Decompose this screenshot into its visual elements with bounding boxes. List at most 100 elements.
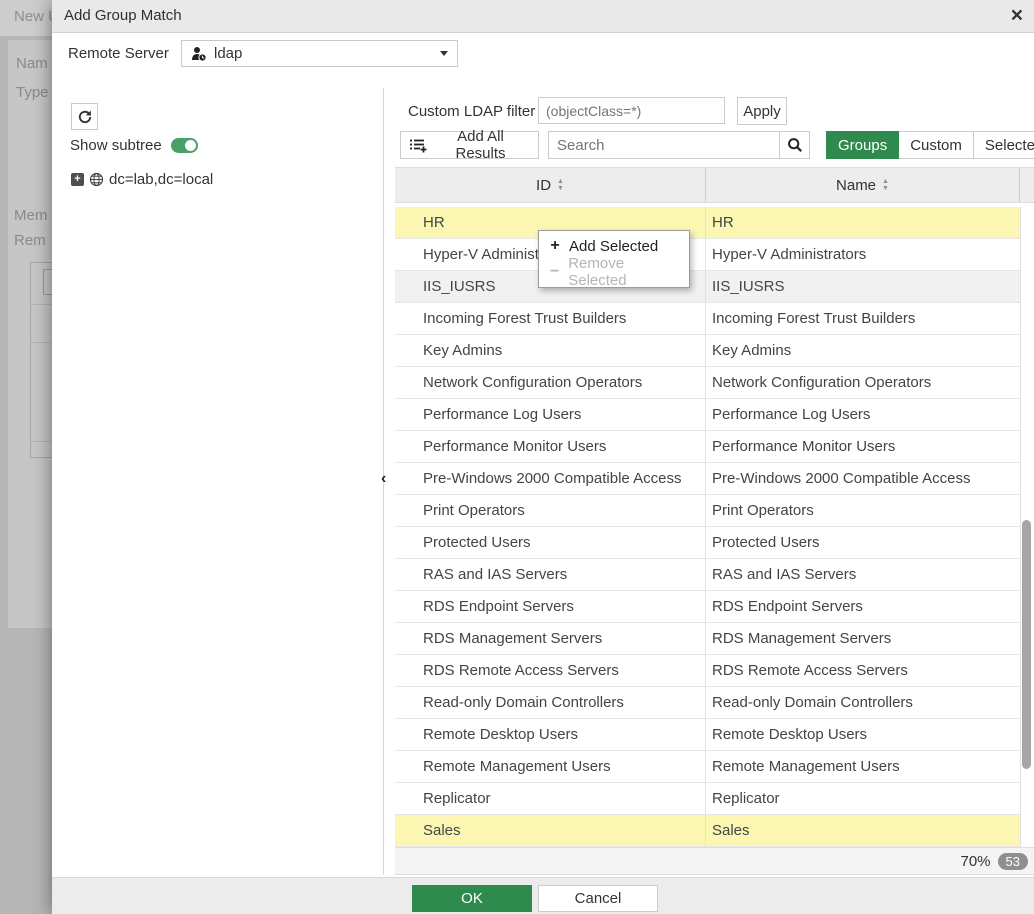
cancel-button[interactable]: Cancel xyxy=(538,885,658,912)
cell-id: Print Operators xyxy=(395,495,706,526)
cell-id: Remote Management Users xyxy=(395,751,706,782)
cell-id: Protected Users xyxy=(395,527,706,558)
cell-id: Incoming Forest Trust Builders xyxy=(395,303,706,334)
cell-id: RDS Endpoint Servers xyxy=(395,591,706,622)
search-input[interactable] xyxy=(548,131,779,159)
remote-server-select[interactable]: ldap xyxy=(181,40,458,67)
list-plus-icon xyxy=(409,137,427,153)
cell-id: Performance Monitor Users xyxy=(395,431,706,462)
cell-name: RDS Management Servers xyxy=(706,623,1020,654)
tree-node-label: dc=lab,dc=local xyxy=(109,171,213,188)
table-row[interactable]: RDS Remote Access ServersRDS Remote Acce… xyxy=(395,655,1020,687)
search-button[interactable] xyxy=(779,131,810,159)
table-row[interactable]: Read-only Domain ControllersRead-only Do… xyxy=(395,687,1020,719)
table-row[interactable]: Pre-Windows 2000 Compatible AccessPre-Wi… xyxy=(395,463,1020,495)
table-row[interactable]: RDS Endpoint ServersRDS Endpoint Servers xyxy=(395,591,1020,623)
column-header-id[interactable]: ID ▲▼ xyxy=(395,168,706,202)
remote-server-value: ldap xyxy=(214,45,242,62)
cell-name: IIS_IUSRS xyxy=(706,271,1020,302)
table-row[interactable]: Protected UsersProtected Users xyxy=(395,527,1020,559)
background-label-type: Type xyxy=(16,84,49,101)
dialog-footer: OK Cancel xyxy=(52,877,1034,914)
show-subtree-toggle[interactable] xyxy=(171,138,198,153)
table-row[interactable]: Key AdminsKey Admins xyxy=(395,335,1020,367)
cell-id: Pre-Windows 2000 Compatible Access xyxy=(395,463,706,494)
cell-id: Performance Log Users xyxy=(395,399,706,430)
collapse-panel-chevron[interactable]: ‹ xyxy=(381,470,386,488)
table-row[interactable]: ReplicatorReplicator xyxy=(395,783,1020,815)
refresh-button[interactable] xyxy=(71,103,98,130)
search-group xyxy=(548,131,810,159)
table-row[interactable]: Performance Monitor UsersPerformance Mon… xyxy=(395,431,1020,463)
column-header-id-label: ID xyxy=(536,177,551,194)
scrollbar-thumb[interactable] xyxy=(1022,520,1031,769)
cell-name: Sales xyxy=(706,815,1020,846)
close-icon[interactable]: × xyxy=(1011,0,1023,31)
tab-selected[interactable]: Selected xyxy=(974,131,1034,159)
context-menu-item-label: Remove Selected xyxy=(568,255,679,289)
cell-id: Read-only Domain Controllers xyxy=(395,687,706,718)
ldap-user-icon xyxy=(191,46,207,62)
plus-icon: + xyxy=(549,237,561,255)
ok-button[interactable]: OK xyxy=(412,885,532,912)
background-label-members: Mem xyxy=(14,207,47,224)
cell-name: Remote Desktop Users xyxy=(706,719,1020,750)
ldap-filter-input[interactable] xyxy=(538,97,725,124)
cell-name: Print Operators xyxy=(706,495,1020,526)
ldap-filter-label: Custom LDAP filter xyxy=(408,103,535,120)
tab-custom[interactable]: Custom xyxy=(899,131,974,159)
table-row[interactable]: IIS_IUSRSIIS_IUSRS xyxy=(395,271,1020,303)
table-body: HRHRHyper-V AdministratorsHyper-V Admini… xyxy=(395,207,1021,847)
table-footer: 70% 53 xyxy=(395,847,1034,875)
cell-id: Network Configuration Operators xyxy=(395,367,706,398)
show-subtree-label: Show subtree xyxy=(70,137,162,154)
background-label-name: Nam xyxy=(16,55,48,72)
cell-name: Remote Management Users xyxy=(706,751,1020,782)
table-row[interactable]: RAS and IAS ServersRAS and IAS Servers xyxy=(395,559,1020,591)
cell-name: Hyper-V Administrators xyxy=(706,239,1020,270)
table-row[interactable]: Remote Management UsersRemote Management… xyxy=(395,751,1020,783)
cell-id: RDS Remote Access Servers xyxy=(395,655,706,686)
column-header-name[interactable]: Name ▲▼ xyxy=(706,168,1020,202)
table-row[interactable]: Network Configuration OperatorsNetwork C… xyxy=(395,367,1020,399)
search-icon xyxy=(787,137,803,153)
cell-name: HR xyxy=(706,207,1020,238)
cell-id: Key Admins xyxy=(395,335,706,366)
dialog-titlebar: Add Group Match × xyxy=(52,0,1034,33)
table-row[interactable]: Performance Log UsersPerformance Log Use… xyxy=(395,399,1020,431)
apply-button[interactable]: Apply xyxy=(737,97,787,125)
row-count-badge: 53 xyxy=(998,853,1028,870)
cell-name: Protected Users xyxy=(706,527,1020,558)
add-all-results-button[interactable]: Add All Results xyxy=(400,131,539,159)
globe-icon xyxy=(89,172,104,187)
cell-name: RDS Endpoint Servers xyxy=(706,591,1020,622)
cell-id: Remote Desktop Users xyxy=(395,719,706,750)
dialog-title: Add Group Match xyxy=(64,0,182,32)
add-all-results-label: Add All Results xyxy=(431,128,530,162)
progress-percent: 70% xyxy=(961,853,991,870)
add-group-match-dialog: Add Group Match × Remote Server ldap Sho… xyxy=(52,0,1034,914)
expand-icon[interactable]: + xyxy=(71,173,84,186)
table-row[interactable]: Remote Desktop UsersRemote Desktop Users xyxy=(395,719,1020,751)
context-menu-item-label: Add Selected xyxy=(569,238,658,255)
table-header: ID ▲▼ Name ▲▼ xyxy=(395,167,1034,203)
cell-name: Incoming Forest Trust Builders xyxy=(706,303,1020,334)
table-row[interactable]: Hyper-V AdministratorsHyper-V Administra… xyxy=(395,239,1020,271)
column-header-gutter xyxy=(1020,168,1034,202)
results-tabs: Groups Custom Selected xyxy=(826,131,1034,159)
minus-icon: − xyxy=(549,263,560,281)
table-row[interactable]: RDS Management ServersRDS Management Ser… xyxy=(395,623,1020,655)
column-header-name-label: Name xyxy=(836,177,876,194)
cell-name: Network Configuration Operators xyxy=(706,367,1020,398)
table-row[interactable]: Print OperatorsPrint Operators xyxy=(395,495,1020,527)
cell-name: Performance Log Users xyxy=(706,399,1020,430)
table-row[interactable]: HRHR xyxy=(395,207,1020,239)
table-row[interactable]: Incoming Forest Trust BuildersIncoming F… xyxy=(395,303,1020,335)
table-row[interactable]: SalesSales xyxy=(395,815,1020,847)
tab-groups[interactable]: Groups xyxy=(826,131,899,159)
cell-name: RAS and IAS Servers xyxy=(706,559,1020,590)
tree-node-root[interactable]: + dc=lab,dc=local xyxy=(71,171,213,188)
context-menu: + Add Selected − Remove Selected xyxy=(538,230,690,288)
refresh-icon xyxy=(77,109,93,125)
cell-id: RDS Management Servers xyxy=(395,623,706,654)
